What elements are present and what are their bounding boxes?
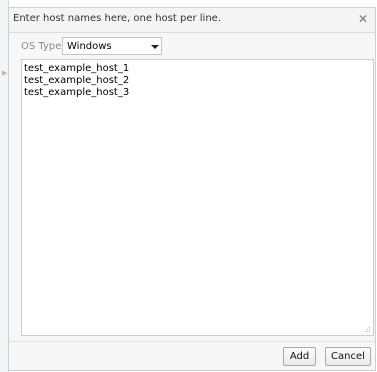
collapse-arrow-icon: ▶	[2, 69, 8, 77]
add-button[interactable]: Add	[283, 347, 316, 366]
resize-grip-icon[interactable]	[365, 327, 371, 333]
chevron-down-icon	[151, 45, 159, 49]
host-line: test_example_host_1	[24, 63, 130, 74]
os-type-selected-value: Windows	[67, 41, 112, 52]
close-icon[interactable]: ✕	[356, 11, 370, 27]
screen: ▶ Enter host names here, one host per li…	[0, 0, 377, 372]
add-hosts-dialog: Enter host names here, one host per line…	[8, 7, 376, 371]
dialog-header: Enter host names here, one host per line…	[9, 8, 375, 33]
os-type-select[interactable]: Windows	[62, 37, 162, 55]
os-type-label: OS Type	[21, 41, 62, 52]
host-names-textarea[interactable]: test_example_host_1 test_example_host_2 …	[21, 59, 374, 336]
host-line: test_example_host_2	[24, 75, 130, 86]
dialog-title: Enter host names here, one host per line…	[13, 13, 221, 24]
host-line: test_example_host_3	[24, 87, 130, 98]
cancel-button[interactable]: Cancel	[325, 347, 371, 366]
footer-divider	[9, 341, 375, 342]
